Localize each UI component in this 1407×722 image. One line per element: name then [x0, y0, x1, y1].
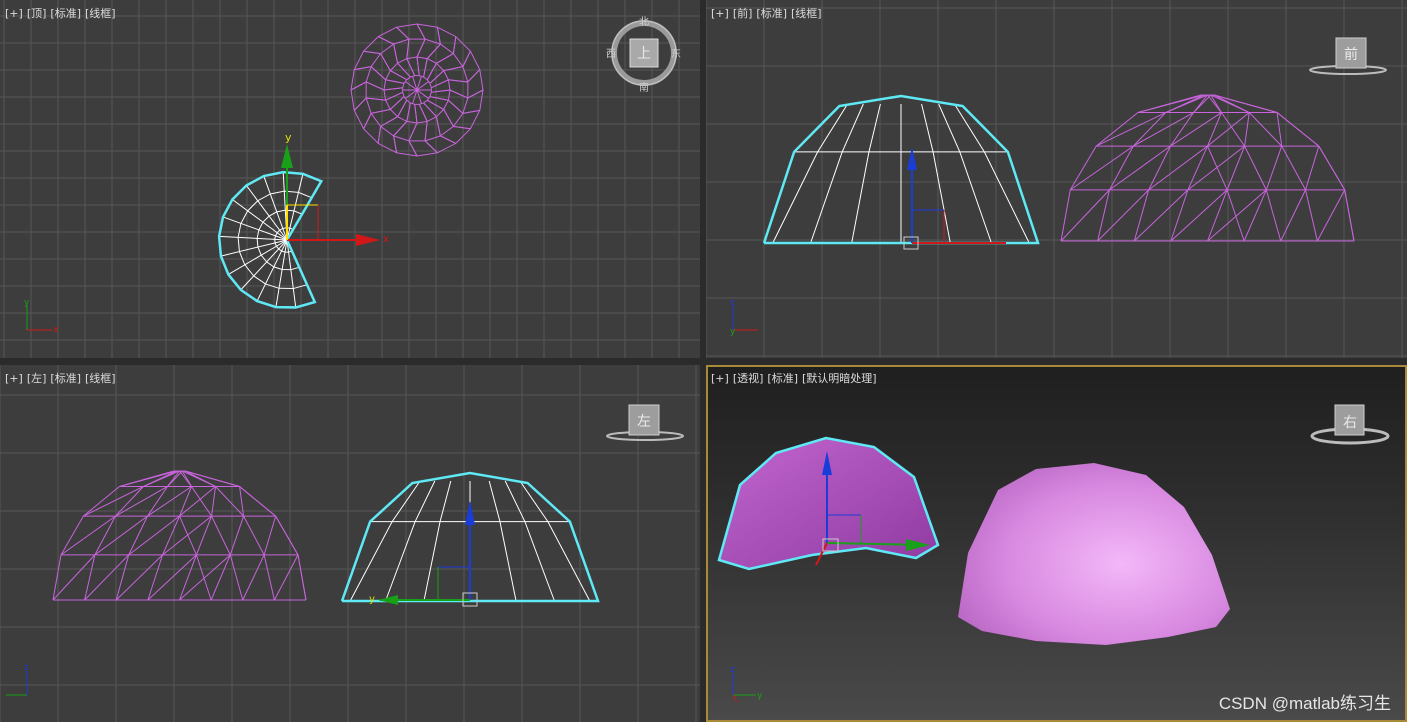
viewport-shading-menu[interactable]: [线框] — [85, 7, 116, 20]
grid — [706, 0, 1407, 358]
watermark: CSDN @matlab练习生 — [1218, 694, 1391, 713]
viewport-view-menu[interactable]: [顶] — [27, 7, 47, 20]
tripod-z-label: z — [730, 298, 735, 308]
viewcube-top[interactable]: 上 北 南 东 西 — [606, 16, 681, 94]
viewport-view-menu[interactable]: [透视] — [733, 372, 764, 385]
viewport-perspective[interactable]: 右 z y [+] [透视] [标准] [默认明暗处理] CSDN @matlab练习… — [706, 365, 1407, 722]
viewport-menu[interactable]: [+] — [711, 372, 729, 385]
viewport-front-canvas[interactable]: 前 z y — [706, 0, 1407, 358]
world-axis-tripod — [732, 306, 758, 331]
viewcube-perspective[interactable]: 右 — [1310, 404, 1390, 445]
compass-east: 东 — [671, 47, 681, 60]
world-axis-tripod — [6, 671, 28, 696]
viewcube-left[interactable]: 左 — [606, 404, 684, 441]
viewport-standard-menu[interactable]: [标准] — [767, 372, 798, 385]
hemisphere-front-wireframe[interactable] — [762, 94, 1040, 245]
viewport-menu[interactable]: [+] — [5, 372, 23, 385]
grid — [0, 0, 700, 358]
move-gizmo[interactable] — [903, 148, 1006, 250]
viewport-top-canvas[interactable]: y x 上 北 南 东 西 y x — [0, 0, 700, 358]
compass-north: 北 — [639, 16, 649, 28]
geosphere-shaded[interactable] — [958, 463, 1230, 645]
tripod-y-label: y — [24, 298, 30, 308]
viewport-left[interactable]: y 左 z [+] [左] [标准] [线框] — [0, 365, 700, 722]
grid — [0, 365, 700, 722]
viewport-top[interactable]: y x 上 北 南 东 西 y x [+] [顶] [标准] [线框] — [0, 0, 700, 358]
viewport-shading-menu[interactable]: [默认明暗处理] — [802, 372, 877, 385]
viewport-front-label[interactable]: [+] [前] [标准] [线框] — [711, 5, 826, 21]
gizmo-y-label: y — [369, 594, 375, 605]
tripod-z-label: z — [730, 665, 735, 675]
geosphere-front-wireframe[interactable] — [1060, 94, 1355, 242]
gizmo-y-label: y — [285, 131, 292, 144]
move-gizmo[interactable] — [281, 144, 380, 246]
viewport-top-label[interactable]: [+] [顶] [标准] [线框] — [5, 5, 120, 21]
viewport-menu[interactable]: [+] — [5, 7, 23, 20]
viewport-view-menu[interactable]: [前] — [733, 7, 753, 20]
tripod-y-label: y — [730, 327, 736, 337]
viewcube-face-label: 右 — [1343, 415, 1357, 431]
viewcube-front[interactable]: 前 — [1309, 37, 1387, 75]
viewport-left-label[interactable]: [+] [左] [标准] [线框] — [5, 370, 120, 386]
viewcube-face-label: 左 — [637, 414, 651, 430]
tripod-z-label: z — [24, 663, 29, 673]
gizmo-x-label: x — [383, 234, 389, 245]
geosphere-left-wireframe[interactable] — [52, 470, 307, 601]
viewport-perspective-label[interactable]: [+] [透视] [标准] [默认明暗处理] — [711, 370, 881, 386]
viewport-front[interactable]: 前 z y [+] [前] [标准] [线框] — [706, 0, 1407, 358]
hemisphere-shaded[interactable] — [717, 436, 940, 571]
viewcube-face-label: 前 — [1344, 46, 1358, 63]
viewport-standard-menu[interactable]: [标准] — [756, 7, 787, 20]
viewport-standard-menu[interactable]: [标准] — [50, 372, 81, 385]
viewport-shading-menu[interactable]: [线框] — [85, 372, 116, 385]
compass-west: 西 — [606, 49, 616, 60]
viewport-standard-menu[interactable]: [标准] — [50, 7, 81, 20]
viewcube-face-label: 上 — [637, 46, 651, 62]
viewport-menu[interactable]: [+] — [711, 7, 729, 20]
viewport-view-menu[interactable]: [左] — [27, 372, 47, 385]
move-gizmo[interactable] — [378, 501, 478, 607]
viewport-shading-menu[interactable]: [线框] — [791, 7, 822, 20]
viewport-perspective-canvas[interactable]: 右 z y — [706, 365, 1407, 722]
viewport-left-canvas[interactable]: y 左 z — [0, 365, 700, 722]
compass-south: 南 — [639, 81, 649, 94]
world-axis-tripod — [732, 673, 756, 703]
tripod-x-label: x — [53, 325, 59, 335]
tripod-y-label: y — [757, 691, 763, 701]
